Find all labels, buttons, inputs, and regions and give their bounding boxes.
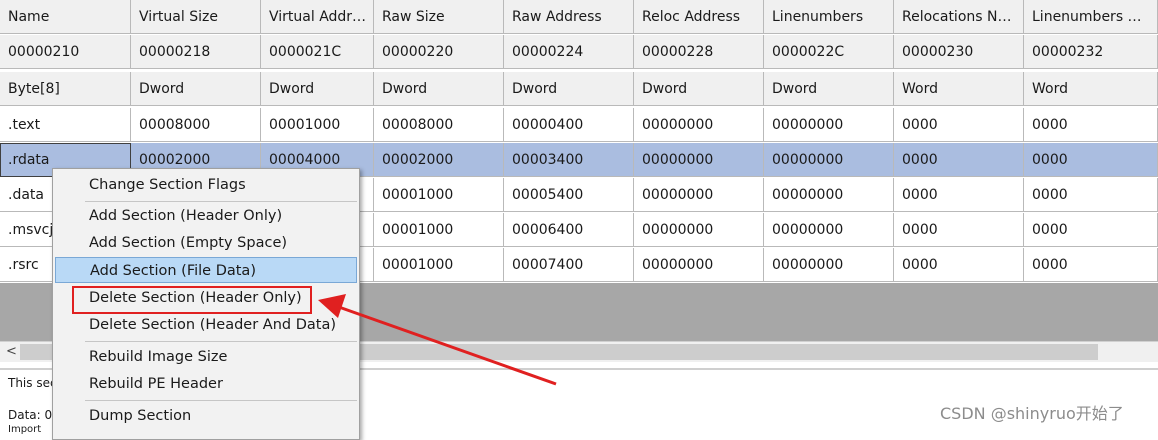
- watermark: CSDN @shinyruo开始了: [940, 404, 1124, 423]
- annotation-arrow-icon: [318, 294, 557, 386]
